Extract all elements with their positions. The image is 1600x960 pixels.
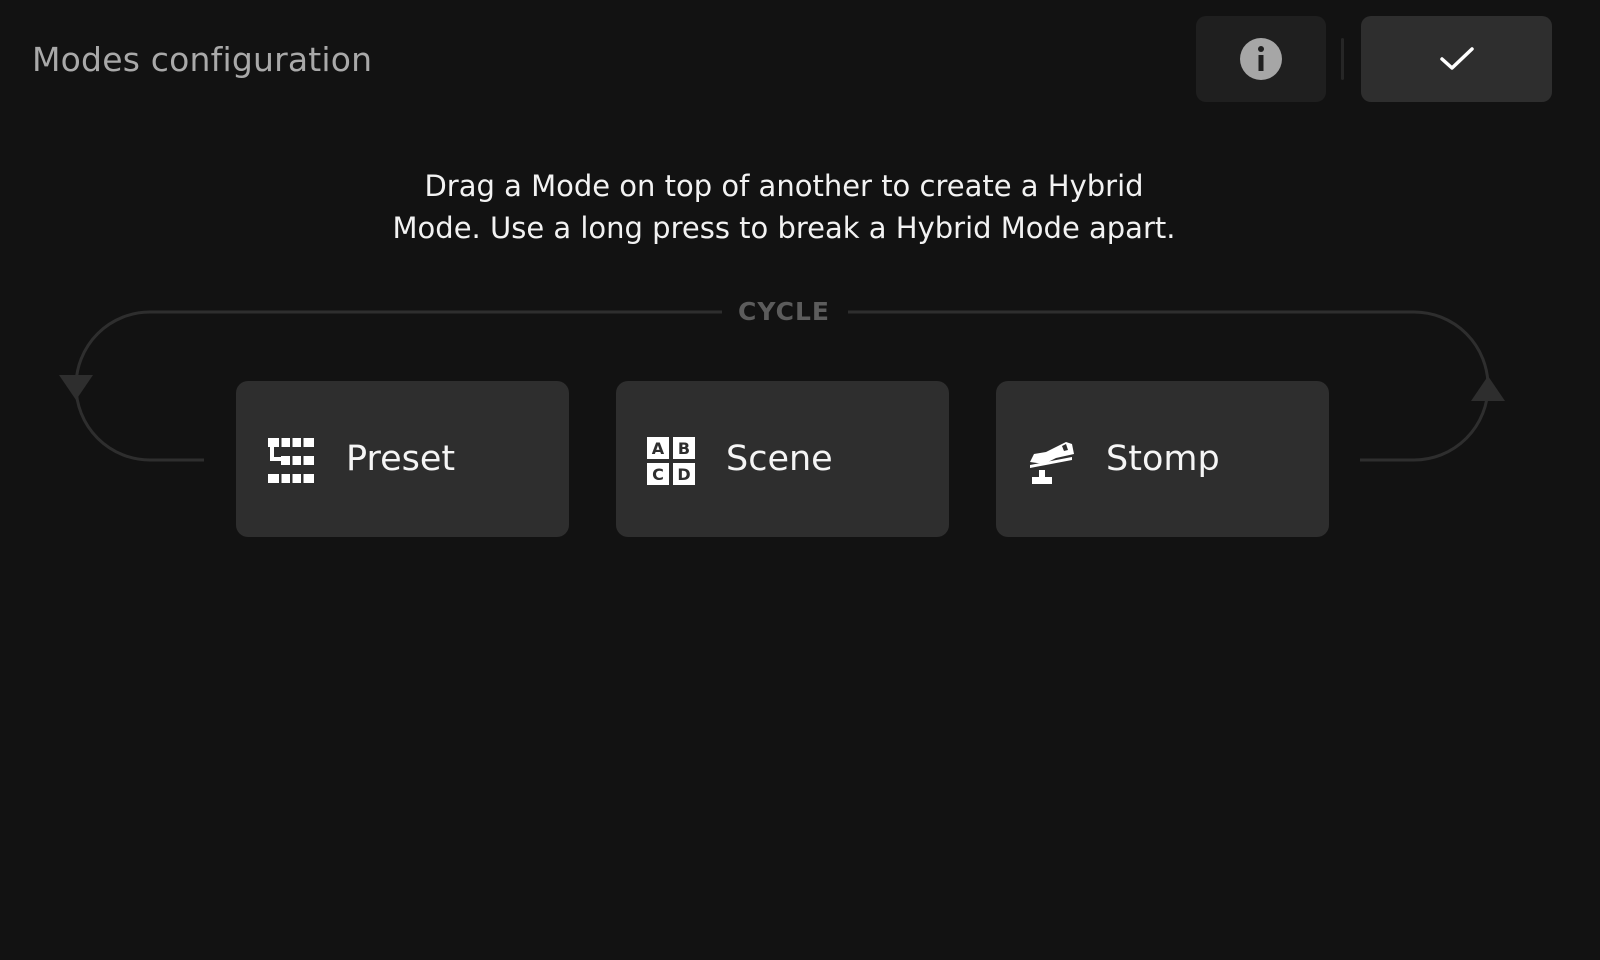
mode-card-preset[interactable]: Preset xyxy=(236,381,569,537)
cycle-label: CYCLE xyxy=(738,297,830,326)
svg-text:B: B xyxy=(678,439,690,458)
mode-label: Preset xyxy=(346,439,456,479)
cycle-arrow-left-icon xyxy=(59,375,93,400)
svg-text:A: A xyxy=(652,439,665,458)
cycle-arrow-right-icon xyxy=(1471,376,1505,401)
abcd-grid-icon: A B C D xyxy=(647,437,695,485)
mode-label: Scene xyxy=(726,439,833,479)
stomp-footswitch-icon xyxy=(1030,442,1074,484)
preset-chain-icon xyxy=(268,438,314,483)
mode-label: Stomp xyxy=(1106,439,1220,479)
mode-card-stomp[interactable]: Stomp xyxy=(996,381,1329,537)
svg-text:D: D xyxy=(677,465,690,484)
svg-text:C: C xyxy=(652,465,664,484)
mode-card-scene[interactable]: A B C D Scene xyxy=(616,381,949,537)
